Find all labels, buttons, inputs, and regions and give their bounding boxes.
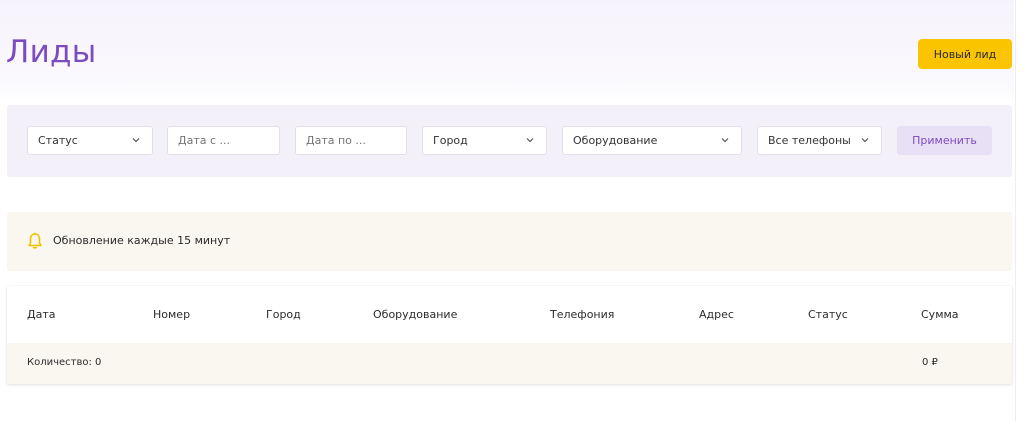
status-select-value: Статус <box>38 134 78 147</box>
leads-table: Дата Номер Город Оборудование Телефония … <box>7 286 1012 384</box>
notice-text: Обновление каждые 15 минут <box>53 234 231 247</box>
column-header-number[interactable]: Номер <box>153 308 190 321</box>
equipment-select-value: Оборудование <box>573 134 658 147</box>
city-select-value: Город <box>433 134 468 147</box>
column-header-telephony[interactable]: Телефония <box>550 308 614 321</box>
date-to-input[interactable] <box>295 126 407 155</box>
chevron-down-icon <box>525 135 535 145</box>
apply-button[interactable]: Применить <box>897 126 992 155</box>
column-header-status[interactable]: Статус <box>808 308 848 321</box>
total-count: Количество: 0 <box>27 357 102 368</box>
column-header-address[interactable]: Адрес <box>699 308 734 321</box>
equipment-select[interactable]: Оборудование <box>562 126 742 155</box>
scrollbar-track[interactable] <box>1014 0 1024 421</box>
phones-select[interactable]: Все телефоны <box>757 126 882 155</box>
bell-icon <box>27 232 43 250</box>
chevron-down-icon <box>720 135 730 145</box>
update-notice: Обновление каждые 15 минут <box>7 212 1012 271</box>
city-select[interactable]: Город <box>422 126 547 155</box>
column-header-city[interactable]: Город <box>266 308 301 321</box>
chevron-down-icon <box>860 135 870 145</box>
total-sum: 0 ₽ <box>922 357 938 368</box>
column-header-equipment[interactable]: Оборудование <box>373 308 457 321</box>
filter-panel: Статус Город Оборудование Все телефоны <box>7 105 1012 177</box>
date-from-input[interactable] <box>167 126 280 155</box>
status-select[interactable]: Статус <box>27 126 153 155</box>
phones-select-value: Все телефоны <box>768 134 851 147</box>
page: Лиды Новый лид Статус Город Оборудование… <box>0 0 1024 421</box>
column-header-date[interactable]: Дата <box>27 308 55 321</box>
column-header-sum[interactable]: Сумма <box>921 308 959 321</box>
page-title: Лиды <box>6 34 97 70</box>
chevron-down-icon <box>131 135 141 145</box>
table-footer: Количество: 0 0 ₽ <box>7 343 1012 384</box>
new-lead-button[interactable]: Новый лид <box>918 39 1012 69</box>
